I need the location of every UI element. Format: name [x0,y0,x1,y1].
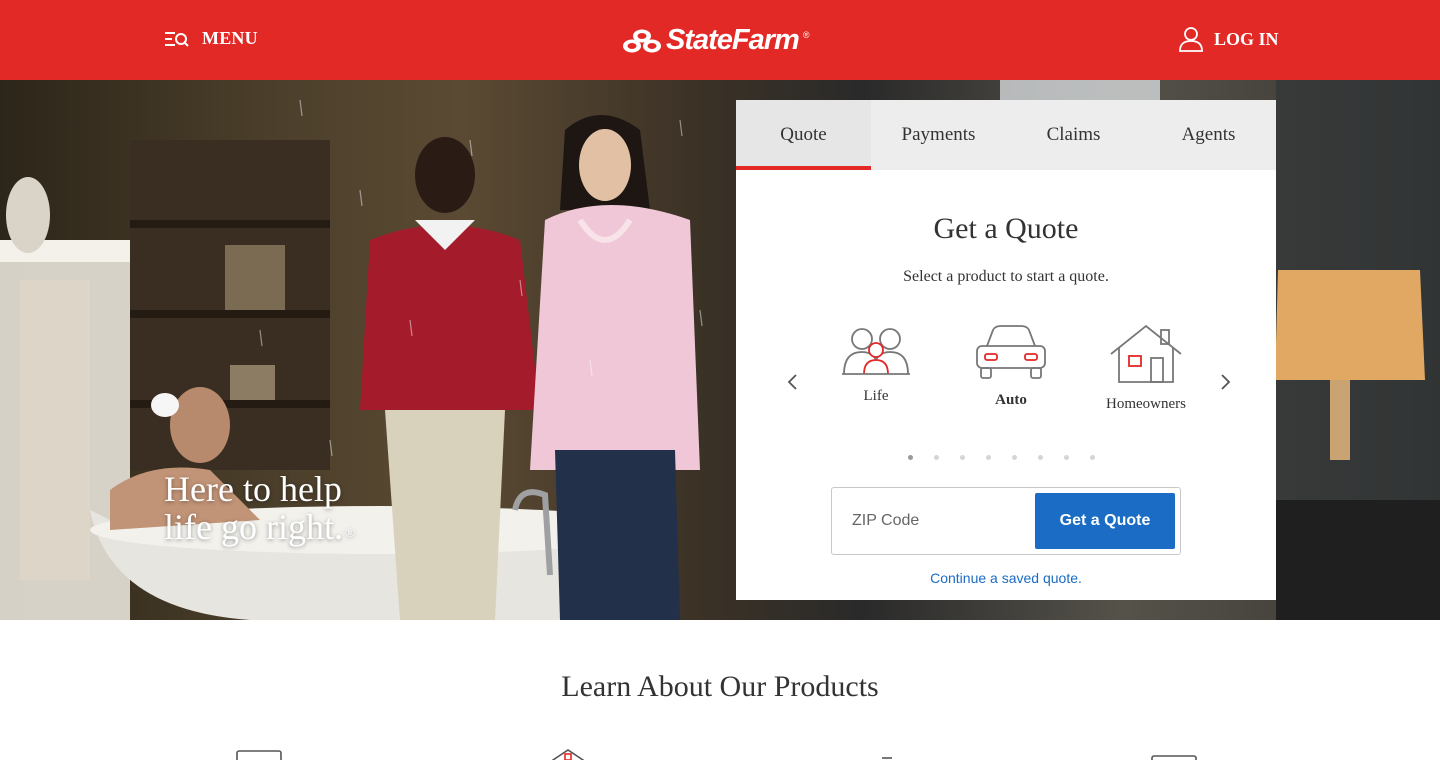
product-homeowners-label: Homeowners [1106,396,1186,412]
login-button[interactable]: LOG IN [1178,26,1279,52]
menu-button[interactable]: MENU [164,28,258,49]
products-section-title: Learn About Our Products [561,670,879,703]
carousel-dot[interactable] [1038,455,1043,460]
site-header: MENU StateFarm ® LOG IN [0,0,1440,80]
widget-tabs: Quote Payments Claims Agents [736,100,1276,170]
carousel-dot[interactable] [908,455,913,460]
statefarm-logo[interactable]: StateFarm ® [622,24,809,57]
chevron-right-icon [1221,374,1231,390]
product-auto[interactable]: Auto [956,324,1066,409]
quote-widget: Quote Payments Claims Agents Get a Quote… [736,100,1276,600]
product-auto-label: Auto [995,392,1027,408]
logo-wordmark: StateFarm [666,24,800,56]
people-icon [842,328,910,375]
product-life-label: Life [863,388,889,404]
quote-subtitle: Select a product to start a quote. [903,268,1109,285]
tagline-line-1: Here to help [164,469,342,509]
tab-quote[interactable]: Quote [736,100,871,170]
house-peek-icon [551,749,585,760]
continue-saved-quote-link[interactable]: Continue a saved quote. [736,570,1276,586]
three-ovals-logo-icon [623,29,661,52]
product-peek-icon [236,750,282,760]
tab-payments[interactable]: Payments [871,100,1006,170]
carousel-dot[interactable] [960,455,965,460]
house-icon [1110,324,1182,383]
product-peek-icon [882,757,892,759]
quote-panel: Get a Quote Select a product to start a … [736,170,1276,600]
tab-agents[interactable]: Agents [1141,100,1276,170]
chevron-left-icon [787,374,797,390]
zip-code-input[interactable] [832,488,1032,554]
product-life[interactable]: Life [821,324,931,405]
user-icon [1179,27,1203,52]
zip-form: Get a Quote [831,487,1181,555]
carousel-prev-button[interactable] [782,370,802,394]
get-quote-button[interactable]: Get a Quote [1035,493,1175,549]
carousel-dot[interactable] [1064,455,1069,460]
tagline-registered-mark: ® [344,525,355,540]
carousel-dot[interactable] [1090,455,1095,460]
carousel-dot[interactable] [934,455,939,460]
quote-title: Get a Quote [933,212,1079,245]
login-label: LOG IN [1214,28,1279,49]
tab-claims[interactable]: Claims [1006,100,1141,170]
menu-label: MENU [202,28,258,48]
product-peek-icon [1151,755,1197,760]
carousel-pagination [908,455,1095,460]
product-homeowners[interactable]: Homeowners [1091,324,1201,413]
hero-tagline: Here to help life go right. ® [164,470,355,546]
tagline-line-2: life go right. [164,507,343,547]
logo-registered-mark: ® [802,30,810,40]
menu-search-icon [165,31,189,47]
car-icon [976,325,1046,379]
carousel-dot[interactable] [1012,455,1017,460]
carousel-dot[interactable] [986,455,991,460]
carousel-next-button[interactable] [1216,370,1236,394]
